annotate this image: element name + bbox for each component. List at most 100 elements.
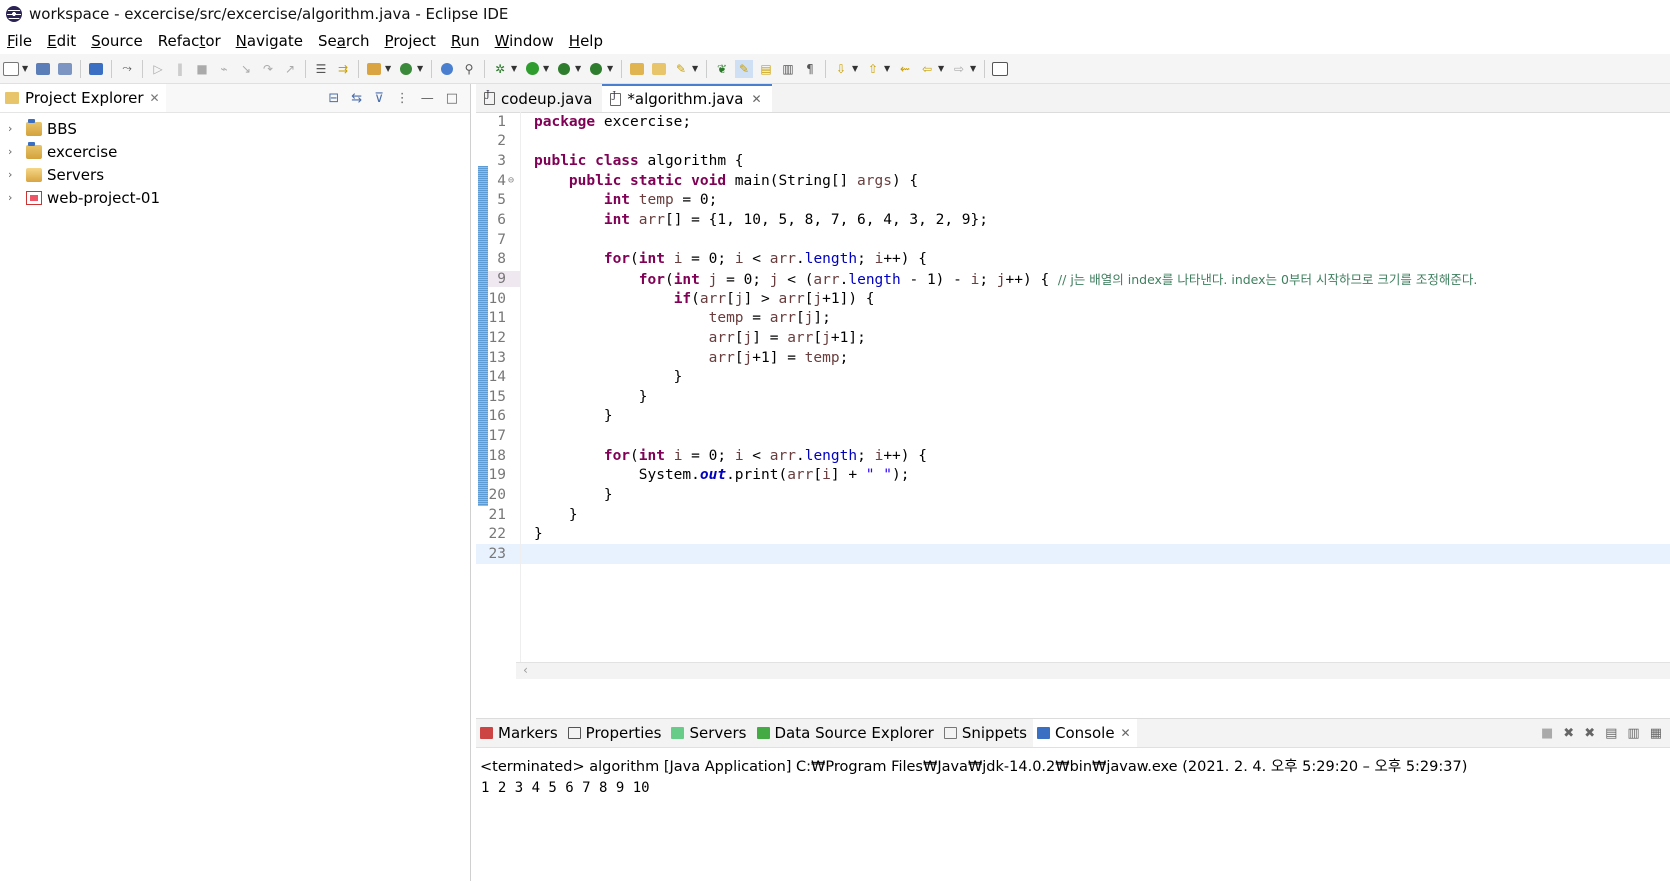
menu-source[interactable]: Source: [84, 32, 151, 50]
close-icon[interactable]: ✕: [1121, 726, 1131, 740]
remove-launch-icon[interactable]: ✖: [1563, 726, 1574, 741]
menu-search[interactable]: Search: [311, 32, 378, 50]
word-wrap-icon[interactable]: ▥: [1627, 726, 1639, 741]
code-line-caret[interactable]: 23: [476, 544, 1670, 564]
code-line[interactable]: 2: [476, 132, 1670, 152]
horizontal-scrollbar[interactable]: ‹: [516, 662, 1670, 679]
code-line[interactable]: 18 for(int i = 0; i < arr.length; i++) {: [476, 446, 1670, 466]
save-all-icon[interactable]: [56, 60, 74, 78]
code-line[interactable]: 4 ⊖ public static void main(String[] arg…: [476, 171, 1670, 191]
toggle-ant-editor-icon[interactable]: ❦: [713, 60, 731, 78]
minimize-icon[interactable]: —: [421, 91, 434, 106]
code-line[interactable]: 17: [476, 426, 1670, 446]
project-explorer-tab[interactable]: Project Explorer ✕: [0, 84, 166, 112]
menu-file[interactable]: File: [0, 32, 40, 50]
new-java-class-icon[interactable]: [397, 60, 415, 78]
tree-item-excercise[interactable]: › excercise: [0, 140, 470, 163]
code-line[interactable]: 8 for(int i = 0; i < arr.length; i++) {: [476, 249, 1670, 269]
mark-dropdown-icon[interactable]: ▼: [692, 64, 700, 73]
code-line-current[interactable]: 9 for(int j = 0; j < (arr.length - 1) - …: [476, 269, 1670, 289]
debug-icon[interactable]: ✲: [491, 60, 509, 78]
code-line[interactable]: 22 }: [476, 524, 1670, 544]
forward-dropdown-icon[interactable]: ▼: [970, 64, 978, 73]
scroll-left-icon[interactable]: ‹: [522, 663, 529, 677]
open-task-icon[interactable]: [650, 60, 668, 78]
new-java-class-dropdown-icon[interactable]: ▼: [417, 64, 425, 73]
previous-annotation-dropdown-icon[interactable]: ▼: [884, 64, 892, 73]
code-line[interactable]: 7: [476, 230, 1670, 250]
remove-all-terminated-icon[interactable]: ✖: [1584, 726, 1595, 741]
toggle-highlight-icon[interactable]: ✎: [735, 59, 753, 78]
menu-refactor[interactable]: Refactor: [151, 32, 229, 50]
view-menu-icon[interactable]: ⋮: [396, 91, 409, 106]
external-tools-icon[interactable]: [587, 60, 605, 78]
expand-arrow-icon[interactable]: ›: [8, 191, 22, 204]
tree-item-servers[interactable]: › Servers: [0, 163, 470, 186]
code-line[interactable]: 21 }: [476, 505, 1670, 525]
run-dropdown-icon[interactable]: ▼: [543, 64, 551, 73]
back-dropdown-icon[interactable]: ▼: [938, 64, 946, 73]
expand-arrow-icon[interactable]: ›: [8, 122, 22, 135]
use-step-filters-icon[interactable]: ⇉: [334, 60, 352, 78]
code-line[interactable]: 15 }: [476, 387, 1670, 407]
open-type-icon[interactable]: [628, 60, 646, 78]
link-with-editor-icon[interactable]: ⇆: [351, 91, 362, 106]
code-line[interactable]: 11 temp = arr[j];: [476, 308, 1670, 328]
pin-editor-icon[interactable]: [991, 60, 1009, 78]
code-line[interactable]: 10 if(arr[j] > arr[j+1]) {: [476, 289, 1670, 309]
code-line[interactable]: 14 }: [476, 367, 1670, 387]
external-tools-dropdown-icon[interactable]: ▼: [607, 64, 615, 73]
run-icon[interactable]: [523, 60, 541, 78]
menu-edit[interactable]: Edit: [40, 32, 84, 50]
expand-arrow-icon[interactable]: ›: [8, 168, 22, 181]
toggle-block-selection-icon[interactable]: ▤: [757, 60, 775, 78]
show-whitespace-icon[interactable]: ¶: [801, 60, 819, 78]
save-icon[interactable]: [34, 60, 52, 78]
code-editor[interactable]: 1 package excercise; 2 3 public class al…: [476, 112, 1670, 679]
menu-run[interactable]: Run: [444, 32, 488, 50]
menu-navigate[interactable]: Navigate: [229, 32, 311, 50]
new-dropdown-icon[interactable]: ▼: [22, 64, 30, 73]
tab-servers[interactable]: Servers: [667, 719, 752, 747]
show-console-icon[interactable]: ▦: [1650, 726, 1662, 741]
coverage-icon[interactable]: [555, 60, 573, 78]
code-line[interactable]: 5 int temp = 0;: [476, 191, 1670, 211]
next-annotation-icon[interactable]: ⇩: [832, 60, 850, 78]
forward-icon[interactable]: ⇨: [950, 60, 968, 78]
tab-codeup-java[interactable]: codeup.java: [476, 85, 603, 112]
expand-arrow-icon[interactable]: ›: [8, 145, 22, 158]
code-line[interactable]: 6 int arr[] = {1, 10, 5, 8, 7, 6, 4, 3, …: [476, 210, 1670, 230]
debug-dropdown-icon[interactable]: ▼: [511, 64, 519, 73]
code-line[interactable]: 16 }: [476, 407, 1670, 427]
collapse-all-icon[interactable]: ⊟: [328, 91, 339, 106]
tree-item-bbs[interactable]: › BBS: [0, 117, 470, 140]
scroll-lock-icon[interactable]: ▤: [1605, 726, 1617, 741]
close-icon[interactable]: ✕: [150, 91, 160, 105]
open-web-browser-icon[interactable]: [438, 60, 456, 78]
tab-properties[interactable]: Properties: [564, 719, 668, 747]
next-annotation-dropdown-icon[interactable]: ▼: [852, 64, 860, 73]
fold-collapse-icon[interactable]: ⊖: [508, 175, 514, 186]
maximize-icon[interactable]: □: [446, 91, 458, 106]
toggle-mark-occurrences-icon[interactable]: ✎: [672, 60, 690, 78]
code-line[interactable]: 1 package excercise;: [476, 112, 1670, 132]
skip-breakpoints-icon[interactable]: ⤳: [118, 60, 136, 78]
open-console-icon[interactable]: [87, 60, 105, 78]
new-java-project-icon[interactable]: [365, 60, 383, 78]
toggle-word-wrap-icon[interactable]: ▥: [779, 60, 797, 78]
close-icon[interactable]: ✕: [752, 92, 762, 106]
code-line[interactable]: 13 arr[j+1] = temp;: [476, 348, 1670, 368]
coverage-dropdown-icon[interactable]: ▼: [575, 64, 583, 73]
code-line[interactable]: 19 System.out.print(arr[i] + " ");: [476, 466, 1670, 486]
back-icon[interactable]: ⇦: [918, 60, 936, 78]
search-icon[interactable]: ⚲: [460, 60, 478, 78]
tab-markers[interactable]: Markers: [476, 719, 564, 747]
code-line[interactable]: 3 public class algorithm {: [476, 151, 1670, 171]
tab-data-source-explorer[interactable]: Data Source Explorer: [753, 719, 940, 747]
new-icon[interactable]: [2, 60, 20, 78]
tree-item-web-project-01[interactable]: › web-project-01: [0, 186, 470, 209]
tab-console[interactable]: Console ✕: [1033, 719, 1137, 747]
menu-help[interactable]: Help: [562, 32, 611, 50]
previous-annotation-icon[interactable]: ⇧: [864, 60, 882, 78]
code-line[interactable]: 12 arr[j] = arr[j+1];: [476, 328, 1670, 348]
